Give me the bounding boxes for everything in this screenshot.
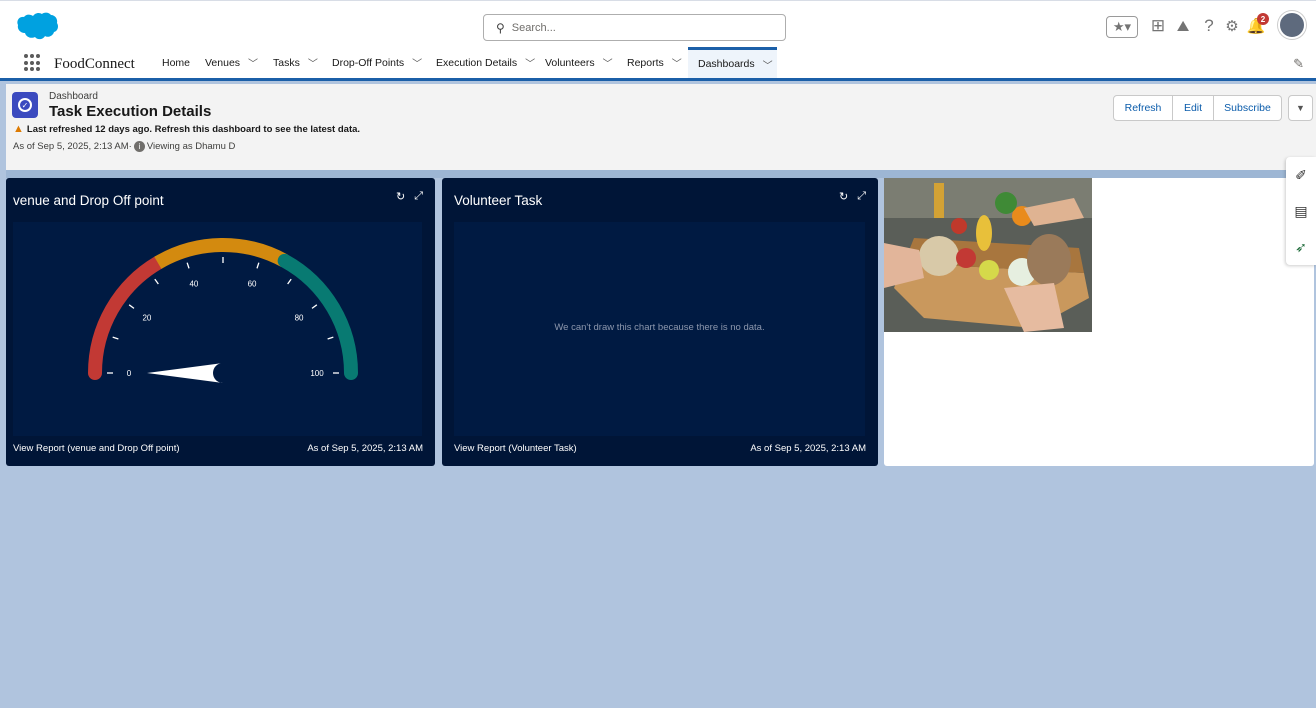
viewing-as-text: Viewing as Dhamu D (146, 141, 236, 152)
widget-controls: ↻ ⤢ (839, 190, 866, 203)
widget-gauge: venue and Drop Off point ↻ ⤢ 0 20 40 60 80 10… (6, 178, 435, 466)
nav-item-dashboards[interactable]: Dashboards ﹀ (688, 47, 777, 78)
gauge-tick (128, 304, 135, 309)
chevron-down-icon[interactable]: ﹀ (603, 55, 613, 70)
nav-item-label: Drop-Off Points (332, 56, 405, 69)
more-actions-button[interactable]: ▼ (1288, 95, 1313, 121)
app-navigation: FoodConnect Home Venues ﹀ Tasks ﹀ Drop-Off… (0, 47, 1316, 81)
gauge-tick-label: 40 (189, 280, 198, 289)
refresh-icon[interactable]: ↻ (396, 190, 405, 203)
refresh-button[interactable]: Refresh (1113, 95, 1173, 121)
gauge-tick (327, 336, 334, 340)
gauge-tick (154, 278, 159, 285)
refresh-warning-text: Last refreshed 12 days ago. Refresh this… (26, 123, 361, 135)
chevron-down-icon[interactable]: ﹀ (308, 55, 318, 70)
notification-badge: 2 (1257, 13, 1269, 25)
refresh-warning: ▲ Last refreshed 12 days ago. Refresh th… (13, 123, 360, 135)
header-divider (6, 170, 1316, 178)
setup-gear-icon[interactable]: ⚙ (1222, 13, 1242, 39)
view-report-link[interactable]: View Report (venue and Drop Off point) (13, 443, 180, 454)
widget-image (884, 178, 1314, 466)
widget-volunteer-task: Volunteer Task ↻ ⤢ We can't draw this ch… (442, 178, 878, 466)
nav-item-label: Venues (205, 56, 241, 69)
gauge-tick-label: 20 (142, 314, 151, 323)
chevron-down-icon[interactable]: ﹀ (248, 55, 258, 70)
food-donation-photo (884, 178, 1092, 332)
widget-title: Volunteer Task (454, 193, 543, 208)
notes-icon[interactable]: ▤ (1286, 193, 1316, 229)
widget-title: venue and Drop Off point (13, 193, 164, 208)
gauge-tick-label: 60 (248, 280, 257, 289)
page-title: Task Execution Details (49, 103, 212, 120)
warning-icon: ▲ (13, 123, 24, 135)
no-data-message: We can't draw this chart because there i… (554, 322, 765, 333)
search-icon: ⚲ (496, 20, 505, 35)
chart-area: We can't draw this chart because there i… (454, 222, 865, 436)
gauge-area: 0 20 40 60 80 100 (13, 222, 422, 436)
gauge-tick-label: 100 (310, 369, 324, 378)
favorites-button[interactable]: ★▾ (1106, 16, 1138, 38)
salesforce-logo[interactable] (14, 11, 60, 43)
app-launcher-icon[interactable] (24, 54, 42, 72)
gauge-tick (256, 262, 260, 269)
rocket-icon[interactable]: ➶ (1286, 229, 1316, 265)
widget-timestamp: As of Sep 5, 2025, 2:13 AM (750, 443, 866, 454)
gauge-chart: 0 20 40 60 80 100 (88, 238, 358, 383)
nav-item-label: Execution Details (436, 56, 518, 69)
as-of-text: As of Sep 5, 2025, 2:13 AM· (13, 141, 132, 152)
nav-item-reports[interactable]: Reports ﹀ (627, 47, 682, 78)
nav-item-venues[interactable]: Venues ﹀ (205, 47, 258, 78)
gauge-needle (147, 363, 223, 383)
edit-button[interactable]: Edit (1173, 95, 1214, 121)
gauge-tick-label: 80 (295, 314, 304, 323)
gauge-tick (186, 262, 190, 269)
as-of-line: As of Sep 5, 2025, 2:13 AM· i Viewing as… (13, 141, 235, 152)
chevron-down-icon[interactable]: ﹀ (412, 55, 422, 70)
nav-item-label: Dashboards (698, 58, 755, 70)
subscribe-button[interactable]: Subscribe (1214, 95, 1282, 121)
gauge-band-1 (154, 238, 289, 269)
nav-item-label: Tasks (273, 56, 300, 69)
global-actions-icon[interactable]: ⊞ (1148, 13, 1168, 39)
utility-side-panel: ✐ ▤ ➶ (1286, 157, 1316, 265)
widget-controls: ↻ ⤢ (396, 190, 423, 203)
dashboard-actions: Refresh Edit Subscribe ▼ (1113, 95, 1313, 121)
gauge-tick (311, 304, 318, 309)
view-report-link[interactable]: View Report (Volunteer Task) (454, 443, 577, 454)
chevron-down-icon[interactable]: ﹀ (763, 57, 773, 72)
gauge-tick-label: 0 (127, 369, 132, 378)
app-name: FoodConnect (54, 56, 135, 72)
nav-item-drop-off-points[interactable]: Drop-Off Points ﹀ (332, 47, 422, 78)
global-header: ⚲ Search... ★▾ ⊞ ⛰ ? ⚙ 🔔 2 (0, 0, 1316, 47)
widget-timestamp: As of Sep 5, 2025, 2:13 AM (307, 443, 423, 454)
magic-wand-icon[interactable]: ✐ (1286, 157, 1316, 193)
gauge-tick (287, 278, 292, 285)
help-icon[interactable]: ? (1199, 13, 1219, 39)
edit-nav-pencil-icon[interactable]: ✎ (1293, 56, 1304, 72)
global-search-input[interactable]: ⚲ Search... (483, 14, 786, 41)
expand-icon[interactable]: ⤢ (414, 190, 423, 203)
nav-item-execution-details[interactable]: Execution Details ﹀ (436, 47, 535, 78)
nav-item-home[interactable]: Home (162, 47, 190, 78)
nav-item-label: Home (162, 56, 191, 69)
chevron-down-icon[interactable]: ﹀ (672, 55, 682, 70)
nav-item-label: Reports (627, 56, 664, 69)
refresh-icon[interactable]: ↻ (839, 190, 848, 203)
dashboard-header: ✓ Dashboard Task Execution Details ▲ Las… (6, 84, 1316, 170)
object-type-label: Dashboard (49, 91, 98, 102)
expand-icon[interactable]: ⤢ (857, 190, 866, 203)
gauge-tick (112, 336, 119, 340)
nav-item-label: Volunteers (545, 56, 595, 69)
nav-item-volunteers[interactable]: Volunteers ﹀ (545, 47, 613, 78)
search-placeholder: Search... (511, 21, 556, 34)
info-icon[interactable]: i (133, 141, 145, 152)
nav-item-tasks[interactable]: Tasks ﹀ (273, 47, 318, 78)
trailhead-icon[interactable]: ⛰ (1173, 13, 1193, 39)
chevron-down-icon[interactable]: ﹀ (525, 55, 535, 70)
user-avatar[interactable] (1278, 11, 1306, 39)
dashboard-icon: ✓ (12, 92, 38, 118)
